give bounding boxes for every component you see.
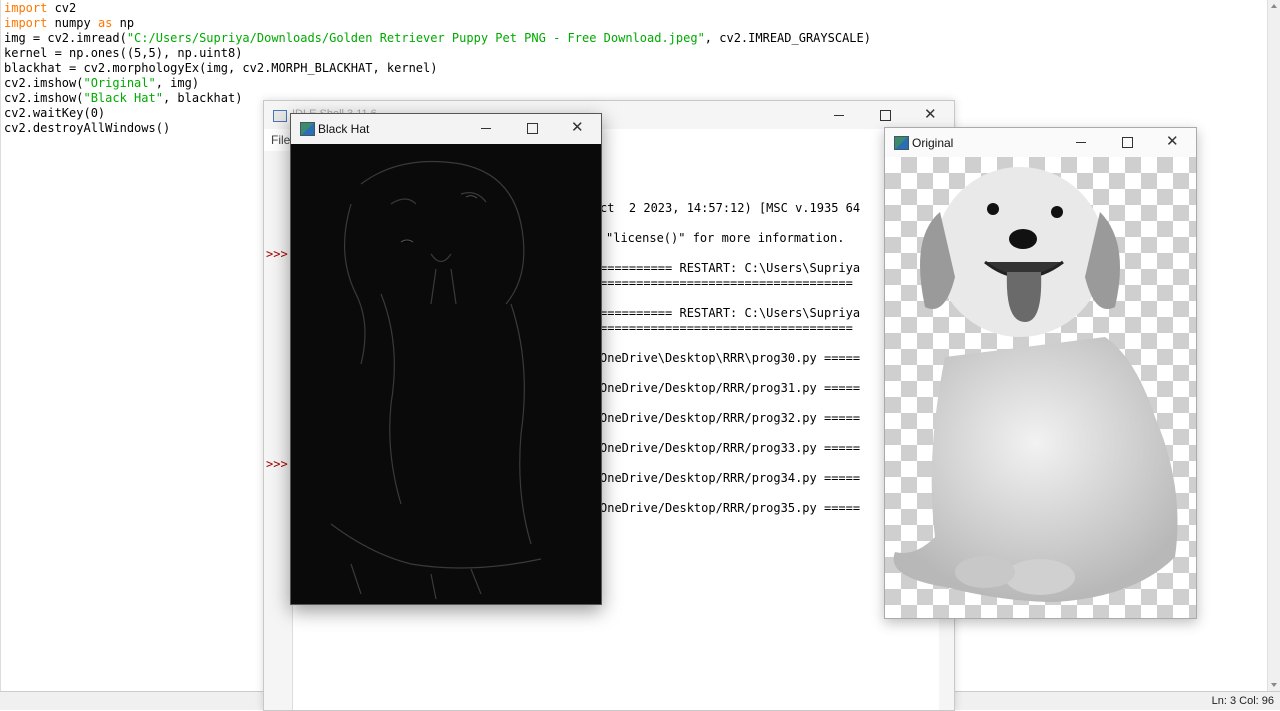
original-minimize-button[interactable] bbox=[1058, 128, 1104, 156]
shell-output-line: =================================== bbox=[600, 276, 853, 290]
shell-output-line: OneDrive/Desktop/RRR/prog33.py ===== bbox=[600, 441, 861, 455]
shell-output-line: ========== RESTART: C:\Users\Supriya bbox=[600, 306, 861, 320]
shell-output-line: OneDrive/Desktop/RRR/prog31.py ===== bbox=[600, 381, 861, 395]
shell-output-line: OneDrive/Desktop/RRR/prog35.py ===== bbox=[600, 501, 861, 515]
code-token: "Original" bbox=[83, 76, 156, 90]
scroll-up-icon[interactable] bbox=[1271, 4, 1277, 8]
shell-maximize-button[interactable] bbox=[862, 101, 908, 129]
code-token: kernel = np.ones((5,5), np.uint8) bbox=[4, 46, 243, 60]
shell-output-line: ========== RESTART: C:\Users\Supriya bbox=[600, 261, 861, 275]
black-hat-window[interactable]: Black Hat ✕ bbox=[290, 113, 602, 605]
code-token: img = cv2.imread( bbox=[4, 31, 127, 45]
black-hat-maximize-button[interactable] bbox=[509, 114, 555, 142]
original-image bbox=[885, 157, 1196, 618]
code-line[interactable]: img = cv2.imread("C:/Users/Supriya/Downl… bbox=[4, 31, 871, 46]
code-line[interactable]: cv2.destroyAllWindows() bbox=[4, 121, 170, 136]
code-token: np bbox=[112, 16, 135, 30]
scroll-down-icon[interactable] bbox=[1271, 683, 1277, 687]
code-line[interactable]: cv2.imshow("Black Hat", blackhat) bbox=[4, 91, 242, 106]
shell-minimize-button[interactable] bbox=[816, 101, 862, 129]
code-token: numpy bbox=[47, 16, 98, 30]
code-line[interactable]: cv2.waitKey(0) bbox=[4, 106, 105, 121]
original-window[interactable]: Original ✕ bbox=[884, 127, 1197, 619]
code-token: cv2.destroyAllWindows() bbox=[4, 121, 171, 135]
original-title: Original bbox=[912, 136, 954, 150]
code-token: import bbox=[4, 16, 48, 30]
code-token: "Black Hat" bbox=[83, 91, 163, 105]
close-icon: ✕ bbox=[1166, 132, 1179, 150]
code-token: as bbox=[97, 16, 113, 30]
original-maximize-button[interactable] bbox=[1104, 128, 1150, 156]
code-token: cv2.imshow( bbox=[4, 76, 84, 90]
puppy-image bbox=[893, 167, 1178, 602]
idle-app-icon bbox=[273, 110, 287, 122]
code-token: cv2.imshow( bbox=[4, 91, 84, 105]
code-token: import bbox=[4, 1, 48, 15]
opencv-window-icon bbox=[894, 136, 909, 150]
prompt-marker: >>> bbox=[266, 247, 288, 261]
shell-output-line: ct 2 2023, 14:57:12) [MSC v.1935 64 bbox=[600, 201, 861, 215]
code-token: cv2.waitKey(0) bbox=[4, 106, 106, 120]
opencv-window-icon bbox=[300, 122, 315, 136]
shell-output-line: OneDrive\Desktop\RRR\prog30.py ===== bbox=[600, 351, 861, 365]
code-token: "C:/Users/Supriya/Downloads/Golden Retri… bbox=[126, 31, 705, 45]
close-icon: ✕ bbox=[571, 118, 584, 136]
black-hat-title: Black Hat bbox=[318, 122, 370, 136]
minimize-icon bbox=[481, 128, 491, 129]
code-token: cv2 bbox=[47, 1, 77, 15]
black-hat-image bbox=[291, 144, 601, 604]
maximize-icon bbox=[1122, 137, 1133, 148]
shell-prompt-gutter: >>> >>> bbox=[264, 151, 293, 710]
shell-output-line: OneDrive/Desktop/RRR/prog32.py ===== bbox=[600, 411, 861, 425]
editor-border bbox=[0, 0, 1, 691]
original-close-button[interactable]: ✕ bbox=[1150, 128, 1196, 156]
original-titlebar[interactable]: Original ✕ bbox=[885, 128, 1196, 157]
menu-file[interactable]: File bbox=[271, 133, 290, 147]
code-token: , cv2.IMREAD_GRAYSCALE) bbox=[704, 31, 871, 45]
maximize-icon bbox=[527, 123, 538, 134]
code-line[interactable]: import numpy as np bbox=[4, 16, 134, 31]
code-token: , blackhat) bbox=[162, 91, 243, 105]
shell-output-line: "license()" for more information. bbox=[606, 231, 845, 245]
code-token: blackhat = cv2.morphologyEx(img, cv2.MOR… bbox=[4, 61, 438, 75]
black-hat-minimize-button[interactable] bbox=[463, 114, 509, 142]
prompt-marker: >>> bbox=[266, 457, 288, 471]
minimize-icon bbox=[834, 115, 844, 116]
shell-output-line: =================================== bbox=[600, 321, 853, 335]
code-line[interactable]: cv2.imshow("Original", img) bbox=[4, 76, 199, 91]
black-hat-close-button[interactable]: ✕ bbox=[555, 114, 601, 142]
code-line[interactable]: blackhat = cv2.morphologyEx(img, cv2.MOR… bbox=[4, 61, 437, 76]
code-token: , img) bbox=[155, 76, 200, 90]
maximize-icon bbox=[880, 110, 891, 121]
black-hat-titlebar[interactable]: Black Hat ✕ bbox=[291, 114, 601, 144]
close-icon: ✕ bbox=[924, 105, 937, 123]
minimize-icon bbox=[1076, 142, 1086, 143]
editor-scrollbar[interactable] bbox=[1267, 0, 1280, 691]
code-line[interactable]: kernel = np.ones((5,5), np.uint8) bbox=[4, 46, 242, 61]
shell-output-line: OneDrive/Desktop/RRR/prog34.py ===== bbox=[600, 471, 861, 485]
black-hat-edges bbox=[330, 160, 542, 600]
shell-close-button[interactable]: ✕ bbox=[908, 101, 954, 129]
code-line[interactable]: import cv2 bbox=[4, 1, 76, 16]
